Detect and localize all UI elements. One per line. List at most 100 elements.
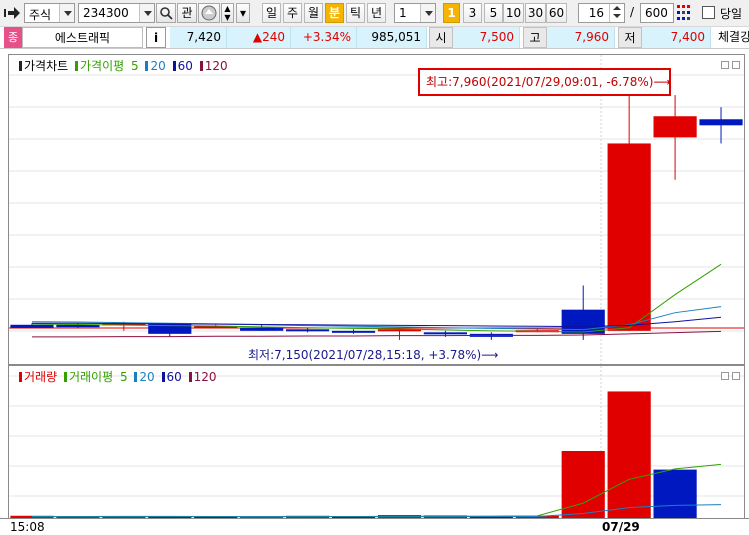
interval-5-button[interactable]: 5 bbox=[484, 3, 503, 23]
interval-1-button[interactable]: 1 bbox=[443, 3, 460, 23]
interval-10-button[interactable]: 10 bbox=[503, 3, 524, 23]
tab-month[interactable]: 월 bbox=[304, 3, 323, 23]
today-checkbox[interactable] bbox=[702, 6, 715, 19]
low-label: 저 bbox=[618, 27, 642, 48]
legend-price-marker bbox=[19, 61, 22, 71]
legend-ma5: 5 bbox=[131, 59, 139, 73]
candle-body bbox=[148, 323, 192, 334]
price-legend: 가격차트 가격이평 5 20 60 120 bbox=[19, 57, 231, 74]
count-separator: / bbox=[630, 5, 635, 19]
chart-settings-icon[interactable] bbox=[676, 4, 692, 22]
trade-strength-label: 체결강 bbox=[718, 30, 749, 44]
low-annotation: 최저:7,150(2021/07/28,15:18, +3.78%)⟶ bbox=[248, 348, 499, 362]
prev-next-button[interactable] bbox=[198, 3, 220, 23]
tab-minute[interactable]: 분 bbox=[325, 3, 344, 23]
chevron-down-icon bbox=[59, 4, 74, 22]
legend-ma-label: 가격이평 bbox=[80, 59, 125, 73]
ma-line-ma120 bbox=[31, 330, 722, 338]
interval-select[interactable]: 1 bbox=[394, 3, 436, 23]
high-price: 7,960 bbox=[547, 27, 615, 48]
updown-button[interactable]: ▲ ▼ bbox=[221, 3, 234, 23]
chevron-down-icon[interactable]: ▾ bbox=[236, 3, 250, 23]
legend-volume-title: 거래량 bbox=[24, 370, 58, 384]
volume-chart bbox=[9, 366, 744, 518]
volume-chart-panel[interactable]: 거래량 거래이평 5 20 60 120 bbox=[8, 365, 745, 519]
search-icon bbox=[160, 7, 173, 20]
stock-flag-badge: 종 bbox=[4, 27, 22, 48]
tab-day[interactable]: 일 bbox=[262, 3, 281, 23]
panel-window-buttons[interactable] bbox=[718, 369, 740, 383]
minimize-icon[interactable] bbox=[721, 372, 729, 380]
high-label: 고 bbox=[523, 27, 547, 48]
legend-vma-marker bbox=[63, 372, 67, 382]
change-percent: +3.34% bbox=[291, 27, 357, 48]
chevron-down-icon bbox=[420, 4, 435, 22]
total-count-value: 600 bbox=[645, 6, 668, 20]
stock-name[interactable]: 에스트래픽 bbox=[22, 27, 143, 48]
open-price: 7,500 bbox=[453, 27, 520, 48]
x-axis: 15:08 07/29 bbox=[0, 518, 749, 535]
market-select[interactable]: 주식 bbox=[24, 3, 75, 23]
interval-30-button[interactable]: 30 bbox=[525, 3, 546, 23]
info-button[interactable]: i bbox=[146, 27, 166, 48]
volume-value: 985,051 bbox=[357, 27, 427, 48]
maximize-icon[interactable] bbox=[732, 61, 740, 69]
legend-ma60: 60 bbox=[177, 59, 193, 73]
quote-bar: 종 에스트래픽 i 7,420 ▲240 +3.34% 985,051 시 7,… bbox=[0, 27, 749, 49]
legend-vma120-marker bbox=[188, 372, 192, 382]
price-chart bbox=[9, 55, 744, 364]
count-stepper[interactable]: 16 bbox=[578, 3, 625, 23]
candle-body bbox=[653, 116, 697, 138]
panel-window-buttons[interactable] bbox=[718, 58, 740, 72]
candle-body bbox=[240, 327, 284, 331]
legend-volume-marker bbox=[19, 372, 22, 382]
legend-vma60-marker bbox=[161, 372, 165, 382]
legend-ma-marker bbox=[75, 61, 78, 71]
candle-body bbox=[699, 119, 743, 126]
legend-price-title: 가격차트 bbox=[24, 59, 69, 73]
toolbar: 주식 234300 관 ▲ ▼ ▾ 일 주 월 분 틱 년 1 1 3 5 10 … bbox=[0, 0, 749, 27]
high-annotation: 최고:7,960(2021/07/29,09:01, -6.78%)⟶ bbox=[418, 68, 671, 96]
x-axis-start-label: 15:08 bbox=[10, 520, 45, 534]
total-count-input[interactable]: 600 bbox=[640, 3, 674, 23]
candle-body bbox=[286, 329, 330, 332]
volume-bar bbox=[607, 391, 651, 518]
minimize-icon[interactable] bbox=[721, 61, 729, 69]
chevron-down-icon bbox=[139, 4, 154, 22]
swap-icon bbox=[201, 5, 217, 21]
interval-3-button[interactable]: 3 bbox=[463, 3, 482, 23]
current-price: 7,420 bbox=[170, 27, 227, 48]
code-value: 234300 bbox=[83, 6, 129, 20]
tab-tick[interactable]: 틱 bbox=[346, 3, 365, 23]
candle-body bbox=[331, 330, 376, 333]
search-button[interactable] bbox=[156, 3, 176, 23]
legend-vma-label: 거래이평 bbox=[68, 370, 114, 384]
legend-ma120-marker bbox=[199, 61, 203, 71]
volume-bar bbox=[653, 469, 697, 518]
price-chart-panel[interactable]: 가격차트 가격이평 5 20 60 120 bbox=[8, 54, 745, 365]
link-arrow-icon[interactable] bbox=[4, 6, 20, 20]
volume-bar bbox=[561, 451, 605, 518]
interval-60-button[interactable]: 60 bbox=[546, 3, 567, 23]
tab-week[interactable]: 주 bbox=[283, 3, 302, 23]
legend-ma20: 20 bbox=[150, 59, 166, 73]
open-label: 시 bbox=[429, 27, 453, 48]
legend-ma20-marker bbox=[145, 61, 149, 71]
legend-vma120: 120 bbox=[193, 370, 217, 384]
legend-vma60: 60 bbox=[166, 370, 182, 384]
interval-select-value: 1 bbox=[399, 6, 407, 20]
legend-vma5: 5 bbox=[119, 370, 128, 384]
favorite-button[interactable]: 관 bbox=[177, 3, 197, 23]
count-value: 16 bbox=[588, 6, 604, 20]
market-select-value: 주식 bbox=[29, 8, 52, 22]
candle-body bbox=[423, 332, 467, 335]
legend-vma20-marker bbox=[134, 372, 138, 382]
candle-body bbox=[607, 143, 651, 331]
maximize-icon[interactable] bbox=[732, 372, 740, 380]
stepper-arrows-icon[interactable] bbox=[609, 4, 624, 22]
tab-year[interactable]: 년 bbox=[367, 3, 386, 23]
volume-legend: 거래량 거래이평 5 20 60 120 bbox=[19, 368, 220, 385]
candle-body bbox=[10, 324, 54, 328]
legend-ma60-marker bbox=[172, 61, 176, 71]
code-input[interactable]: 234300 bbox=[78, 3, 155, 23]
